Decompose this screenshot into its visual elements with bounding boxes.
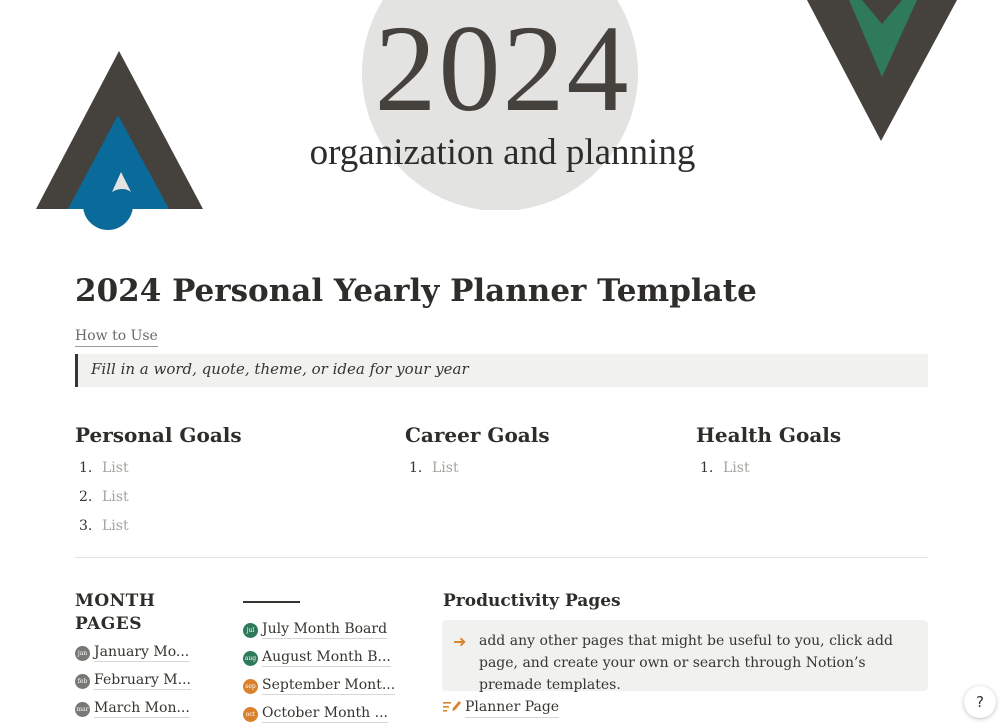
help-button[interactable]: ? <box>964 686 996 718</box>
cover-year: 2024 <box>374 0 631 137</box>
month-page-link[interactable]: jul July Month Board <box>243 616 395 644</box>
health-goals-heading: Health Goals <box>696 423 842 447</box>
month-page-link[interactable]: jan January Mo... <box>75 639 191 667</box>
list-item[interactable]: 1. List <box>75 455 242 484</box>
page-title: 2024 Personal Yearly Planner Template <box>75 273 757 309</box>
list-item[interactable]: 3. List <box>75 513 242 542</box>
short-rule <box>243 601 300 603</box>
month-badge-icon: sep <box>243 678 258 694</box>
month-page-link[interactable]: aug August Month B... <box>243 644 395 672</box>
health-goals-column: Health Goals 1. List <box>696 421 841 484</box>
health-goals-list: 1. List <box>696 455 841 484</box>
how-to-use-link[interactable]: How to Use <box>75 326 158 347</box>
cover-subtitle: organization and planning <box>309 132 696 173</box>
career-goals-list: 1. List <box>405 455 550 484</box>
month-list-right: jul July Month Board aug August Month B.… <box>243 616 396 728</box>
month-page-link[interactable]: oct October Month ... <box>243 700 395 728</box>
month-badge-icon: mar <box>75 701 90 717</box>
month-pages-heading: MONTH PAGES <box>75 591 156 634</box>
month-badge-icon: feb <box>75 673 90 689</box>
callout-block[interactable]: ➜ add any other pages that might be usef… <box>442 620 928 693</box>
personal-goals-heading: Personal Goals <box>75 423 242 447</box>
list-item[interactable]: 1. List <box>696 455 841 484</box>
callout-text: add any other pages that might be useful… <box>479 633 893 693</box>
month-badge-icon: oct <box>243 706 258 722</box>
quote-block[interactable]: Fill in a word, quote, theme, or idea fo… <box>75 354 928 387</box>
arrow-right-icon: ➜ <box>453 632 467 651</box>
productivity-pages-heading: Productivity Pages <box>443 591 621 611</box>
personal-goals-column: Personal Goals 1. List 2. List 3. List <box>75 421 242 542</box>
career-goals-heading: Career Goals <box>405 423 550 447</box>
career-goals-column: Career Goals 1. List <box>405 421 550 484</box>
planner-page-link[interactable]: Planner Page <box>443 697 560 718</box>
month-badge-icon: aug <box>243 650 258 666</box>
month-badge-icon: jan <box>75 645 90 661</box>
month-page-link[interactable]: feb February M... <box>75 667 191 695</box>
edit-list-icon <box>443 699 465 717</box>
month-list-left: jan January Mo... feb February M... mar … <box>75 639 191 723</box>
month-page-link[interactable]: mar March Mon... <box>75 695 191 723</box>
month-badge-icon: jul <box>243 622 258 638</box>
divider <box>75 557 928 558</box>
personal-goals-list: 1. List 2. List 3. List <box>75 455 242 542</box>
month-page-link[interactable]: sep September Mont... <box>243 672 396 700</box>
list-item[interactable]: 2. List <box>75 484 242 513</box>
cover-image: 2024 organization and planning <box>0 0 1005 240</box>
list-item[interactable]: 1. List <box>405 455 550 484</box>
